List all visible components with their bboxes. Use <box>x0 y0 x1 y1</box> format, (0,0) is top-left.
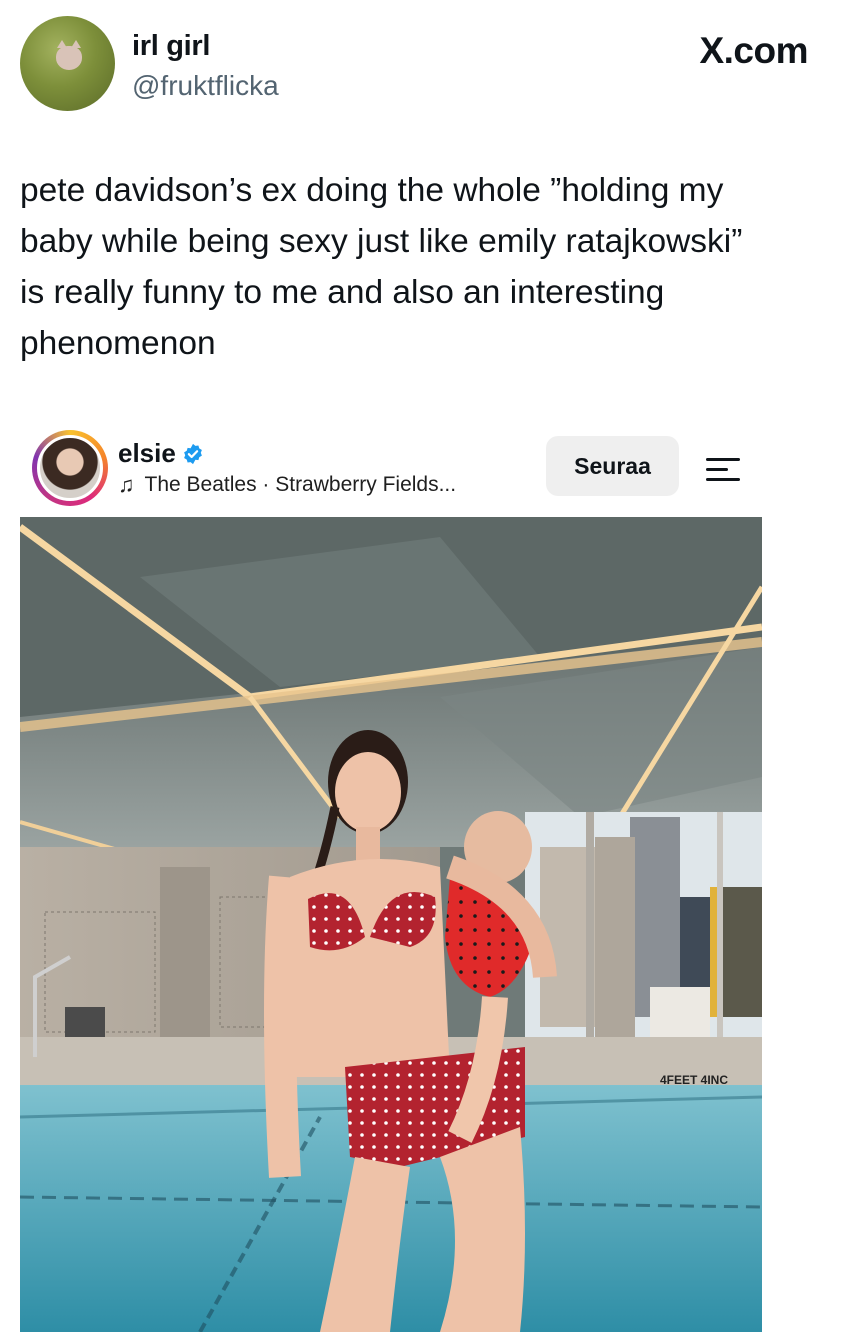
tweet-header: irl girl @fruktflicka X.com <box>20 16 830 116</box>
music-note-icon: ♫ <box>118 472 135 497</box>
post-photo[interactable]: 4FEET 4INC <box>20 517 762 1332</box>
instagram-post-header: elsie ♫ The Beatles · Strawberry Fields.… <box>20 428 762 508</box>
tweet-text: pete davidson’s ex doing the whole ”hold… <box>20 172 743 362</box>
instagram-user[interactable]: elsie <box>118 438 204 469</box>
instagram-avatar <box>37 435 103 501</box>
verified-badge-icon <box>183 443 202 464</box>
author-display-name[interactable]: irl girl <box>132 30 210 63</box>
instagram-username: elsie <box>118 438 176 468</box>
pool-depth-sign: 4FEET 4INC <box>660 1073 728 1087</box>
music-track-label: The Beatles · Strawberry Fields... <box>144 473 457 496</box>
menu-icon[interactable] <box>700 450 744 490</box>
story-ring[interactable] <box>32 430 108 506</box>
cat-figure <box>56 40 82 70</box>
pool-scene: 4FEET 4INC <box>20 517 762 1332</box>
x-com-watermark: X.com <box>699 30 808 71</box>
author-avatar[interactable] <box>20 16 115 111</box>
follow-button[interactable]: Seuraa <box>546 436 679 496</box>
author-handle[interactable]: @fruktflicka <box>132 70 279 102</box>
music-attribution[interactable]: ♫ The Beatles · Strawberry Fields... <box>118 473 456 497</box>
